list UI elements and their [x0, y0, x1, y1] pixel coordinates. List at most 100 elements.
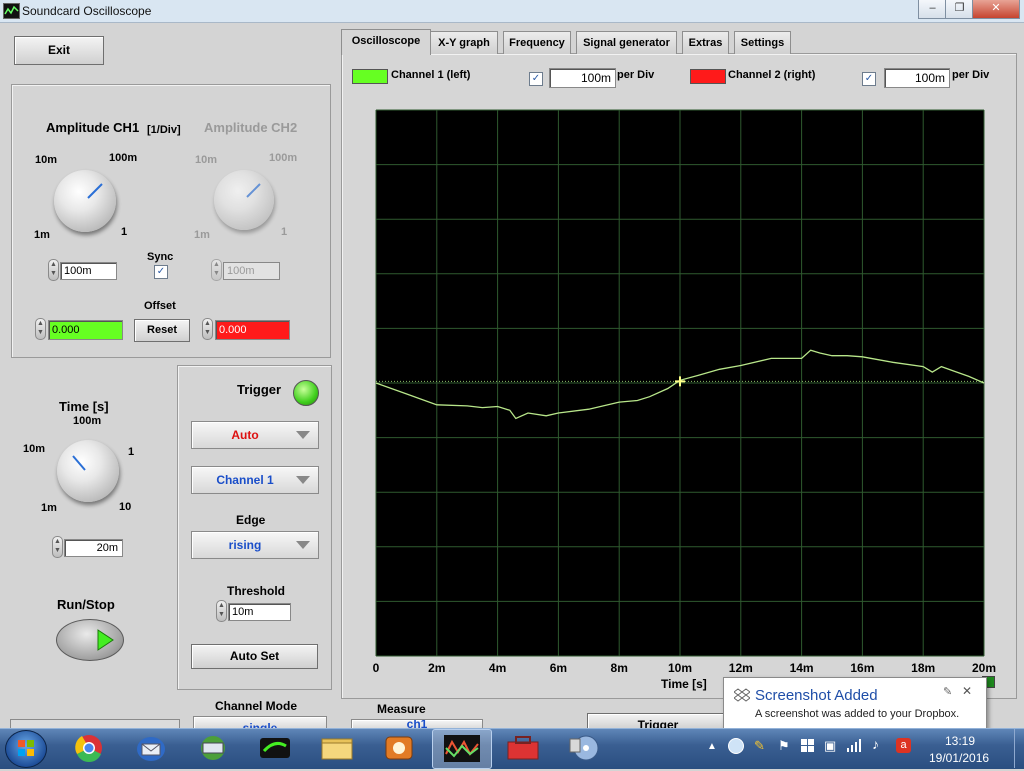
amp-ch2-tick-10m: 10m — [195, 154, 218, 166]
time-value-field[interactable]: 20m — [64, 539, 123, 557]
sync-checkbox[interactable]: ✓ — [154, 265, 168, 279]
x-tick-label: 16m — [850, 661, 874, 675]
trigger-edge-dropdown[interactable]: rising — [191, 531, 319, 559]
tray-plugin-icon[interactable]: ✎ — [754, 738, 765, 754]
minimize-button[interactable]: – — [918, 0, 947, 19]
offset-ch2-spinner[interactable]: ▲ ▼ — [202, 318, 213, 340]
x-axis-label: Time [s] — [661, 677, 707, 691]
clock-date[interactable]: 19/01/2016 — [929, 751, 989, 765]
tab-frequency[interactable]: Frequency — [503, 31, 571, 54]
dropbox-notification[interactable]: Screenshot Added A screenshot was added … — [723, 677, 987, 729]
tray-expand-icon[interactable]: ▲ — [707, 741, 717, 752]
sync-label: Sync — [147, 251, 174, 263]
threshold-field[interactable]: 10m — [228, 603, 291, 621]
amp-ch2-spinner: ▲ ▼ — [211, 259, 222, 281]
x-tick-label: 6m — [550, 661, 567, 675]
trigger-mode-value: Auto — [231, 428, 259, 442]
ch1-div-field[interactable]: 100m — [549, 68, 616, 88]
time-tick-1: 1 — [128, 446, 135, 458]
trigger-title: Trigger — [237, 382, 282, 397]
tray-antivirus-icon[interactable]: a — [896, 738, 911, 753]
ch1-legend-label: Channel 1 (left) — [391, 69, 471, 81]
oscilloscope-taskbar-icon[interactable] — [432, 729, 492, 769]
run-stop-button[interactable] — [56, 619, 124, 661]
ch1-per-div-label: per Div — [617, 69, 655, 81]
tray-app-icon[interactable] — [728, 738, 744, 754]
exit-button[interactable]: Exit — [14, 36, 104, 65]
x-tick-label: 2m — [428, 661, 445, 675]
tab-oscilloscope[interactable]: Oscilloscope — [341, 29, 431, 55]
x-tick-label: 14m — [790, 661, 814, 675]
close-button[interactable]: ✕ — [972, 0, 1020, 19]
ch2-div-field[interactable]: 100m — [884, 68, 950, 88]
time-tick-10: 10 — [119, 501, 132, 513]
amp-ch1-spinner[interactable]: ▲ ▼ — [48, 259, 59, 281]
amp-ch1-tick-1m: 1m — [34, 229, 50, 241]
tab-signal-generator[interactable]: Signal generator — [576, 31, 677, 54]
clock-time[interactable]: 13:19 — [945, 734, 975, 748]
notification-title: Screenshot Added — [755, 687, 878, 704]
notification-close-icon[interactable]: ✕ — [962, 684, 972, 698]
ch2-legend-label: Channel 2 (right) — [728, 69, 816, 81]
show-desktop-button[interactable] — [1014, 729, 1024, 768]
dropbox-icon — [734, 688, 750, 702]
window-title: Soundcard Oscilloscope — [22, 4, 152, 18]
threshold-label: Threshold — [227, 584, 286, 598]
trigger-channel-dropdown[interactable]: Channel 1 — [191, 466, 319, 494]
network-tool-taskbar-icon[interactable] — [184, 729, 242, 767]
app-icon — [3, 3, 20, 19]
x-tick-label: 20m — [972, 661, 996, 675]
trigger-edge-value: rising — [228, 538, 262, 552]
title-bar: Soundcard Oscilloscope – ❐ ✕ — [0, 0, 1024, 23]
tray-flag-icon[interactable]: ⚑ — [778, 738, 790, 754]
x-tick-label: 4m — [489, 661, 506, 675]
measure-label: Measure — [377, 702, 426, 716]
x-tick-label: 18m — [911, 661, 935, 675]
tray-windows-icon[interactable] — [801, 739, 814, 752]
tray-clipboard-icon[interactable]: ▣ — [824, 738, 836, 754]
toolbox-taskbar-icon[interactable] — [494, 729, 552, 767]
tray-network-icon[interactable] — [847, 738, 863, 755]
edge-label: Edge — [236, 513, 266, 527]
thunderbird-taskbar-icon[interactable] — [122, 729, 180, 767]
ch2-enable-checkbox[interactable]: ✓ — [862, 72, 876, 86]
cd-tool-taskbar-icon[interactable] — [556, 729, 614, 767]
start-button[interactable] — [5, 730, 47, 768]
explorer-taskbar-icon[interactable] — [308, 729, 366, 767]
time-tick-10m: 10m — [23, 443, 46, 455]
tab-xy-graph[interactable]: X-Y graph — [430, 31, 498, 54]
time-spinner[interactable]: ▲ ▼ — [52, 536, 63, 558]
time-knob[interactable] — [57, 440, 119, 502]
x-tick-label: 12m — [729, 661, 753, 675]
trigger-panel — [177, 365, 332, 690]
trigger-channel-value: Channel 1 — [216, 473, 274, 487]
maximize-button[interactable]: ❐ — [945, 0, 974, 19]
offset-ch1-spinner[interactable]: ▲ ▼ — [35, 318, 46, 340]
trigger-indicator-led — [293, 380, 319, 406]
amp-ch1-tick-1: 1 — [121, 226, 128, 238]
reset-offset-button[interactable]: Reset — [134, 319, 190, 342]
tab-extras[interactable]: Extras — [682, 31, 729, 54]
x-tick-label: 10m — [668, 661, 692, 675]
tray-volume-icon[interactable]: ♪ — [872, 736, 879, 752]
razer-taskbar-icon[interactable] — [246, 729, 304, 767]
notification-settings-icon[interactable]: ✎ — [943, 685, 952, 698]
trigger-mode-dropdown[interactable]: Auto — [191, 421, 319, 449]
media-taskbar-icon[interactable] — [370, 729, 428, 767]
offset-ch2-field[interactable]: 0.000 — [215, 320, 290, 340]
amp-ch1-title: Amplitude CH1 — [46, 120, 140, 135]
amp-ch1-knob[interactable] — [54, 170, 116, 232]
offset-ch1-field[interactable]: 0.000 — [48, 320, 123, 340]
tab-settings[interactable]: Settings — [734, 31, 791, 54]
oscilloscope-plot[interactable]: 0 2m 4m 6m 8m 10m 12m 14m 16m 18m 20m — [368, 104, 998, 692]
threshold-spinner[interactable]: ▲ ▼ — [216, 600, 227, 622]
amp-ch2-tick-1: 1 — [281, 226, 288, 238]
ch2-color-swatch — [690, 69, 726, 84]
runstop-label: Run/Stop — [57, 597, 115, 612]
amp-ch1-value-field[interactable]: 100m — [60, 262, 117, 280]
chrome-taskbar-icon[interactable] — [60, 729, 118, 767]
ch1-enable-checkbox[interactable]: ✓ — [529, 72, 543, 86]
auto-set-button[interactable]: Auto Set — [191, 644, 318, 669]
time-title: Time [s] — [59, 399, 109, 414]
notification-body: A screenshot was added to your Dropbox. — [755, 708, 960, 720]
